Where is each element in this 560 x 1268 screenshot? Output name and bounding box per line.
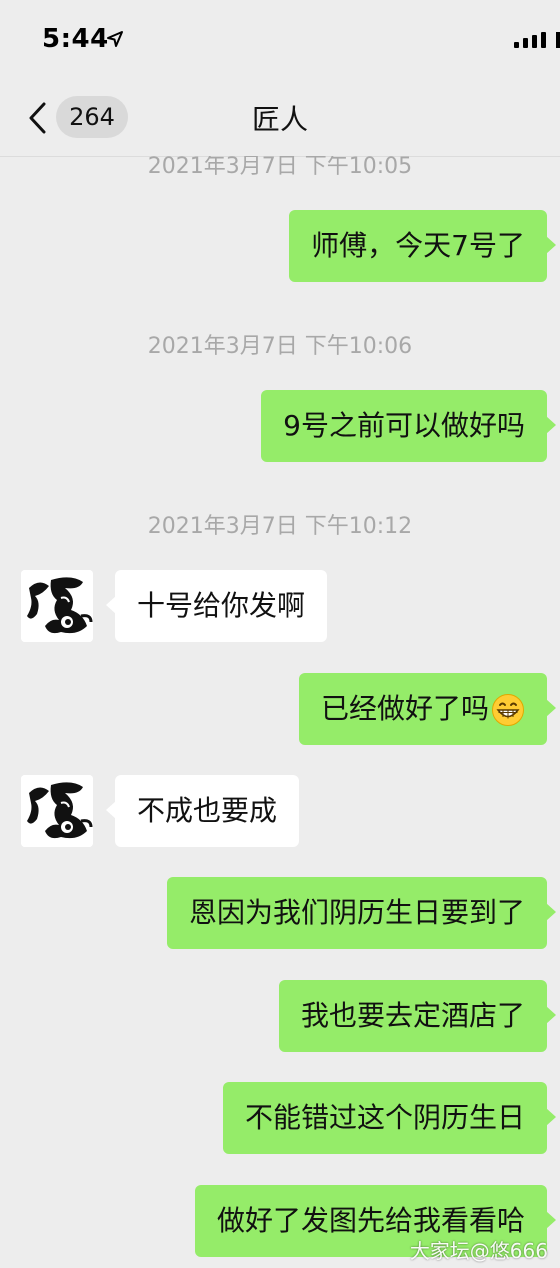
chat-title: 匠人 <box>251 103 308 136</box>
message-timestamp: 2021年3月7日 下午10:12 <box>147 514 413 539</box>
location-arrow-icon <box>107 31 123 47</box>
outgoing-message-bubble[interactable]: 不能错过这个阴历生日 <box>222 1082 557 1154</box>
message-timestamp: 2021年3月7日 下午10:06 <box>147 334 413 359</box>
outgoing-message-bubble[interactable]: 9号之前可以做好吗 <box>261 390 556 462</box>
battery-icon <box>556 32 560 48</box>
status-bar: 5:44 <box>0 0 560 80</box>
incoming-message-bubble[interactable]: 十号给你发啊 <box>105 570 328 642</box>
message-timestamp: 2021年3月7日 下午10:05 <box>147 156 413 179</box>
contact-avatar[interactable] <box>21 570 93 642</box>
outgoing-message-bubble[interactable]: 已经做好了吗 <box>298 673 557 745</box>
grinning-face-emoji <box>492 694 524 726</box>
fu-character-avatar-image <box>21 570 93 642</box>
status-time: 5:44 <box>42 24 109 54</box>
outgoing-message-bubble[interactable]: 恩因为我们阴历生日要到了 <box>166 877 557 949</box>
watermark-text: 大家坛@悠666 <box>409 1239 548 1263</box>
outgoing-message-bubble[interactable]: 师傅，今天7号了 <box>289 210 556 282</box>
message-text: 已经做好了吗 <box>320 692 489 725</box>
cellular-signal-icon <box>514 32 546 48</box>
contact-avatar[interactable] <box>21 775 93 847</box>
fu-character-avatar-image <box>21 775 93 847</box>
nav-bar: 264 匠人 <box>0 80 560 157</box>
outgoing-message-bubble[interactable]: 我也要去定酒店了 <box>278 980 557 1052</box>
incoming-message-bubble[interactable]: 不成也要成 <box>105 775 300 847</box>
chat-message-list[interactable]: 2021年3月7日 下午10:05 师傅，今天7号了 2021年3月7日 下午1… <box>0 156 560 1268</box>
